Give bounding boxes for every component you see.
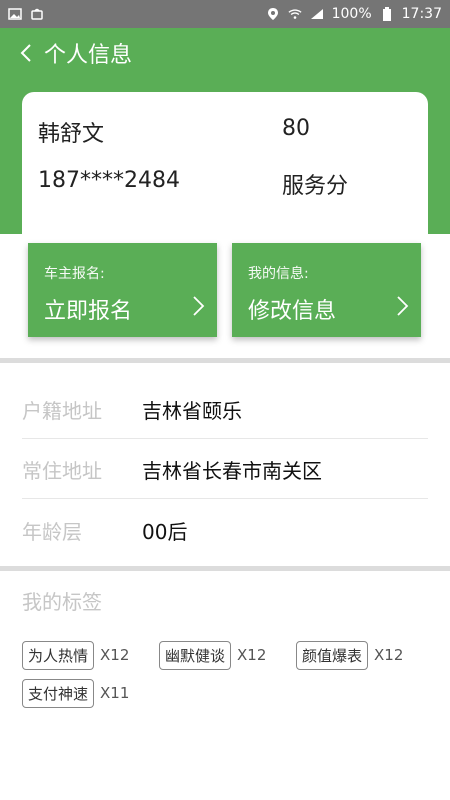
service-score: 80 [282,116,310,141]
info-value: 吉林省长春市南关区 [142,459,322,483]
tag-label: 幽默健谈 [159,640,232,670]
tag-item: 为人热情 X12 [22,640,129,670]
info-label: 户籍地址 [22,399,102,423]
nav-bar: 个人信息 [16,36,132,70]
tag-item: 颜值爆表 X12 [296,640,403,670]
register-title: 立即报名 [44,299,133,324]
info-label: 年龄层 [22,519,82,544]
edit-info-button[interactable]: 我的信息: 修改信息 [232,243,421,337]
profile-card: 韩舒文 80 187****2484 服务分 [22,92,428,234]
image-icon [8,8,22,20]
tags-title: 我的标签 [22,590,102,614]
register-subtitle: 车主报名: [44,266,105,282]
info-row-age: 年龄层 00后 [22,501,428,559]
info-label: 常住地址 [22,459,102,483]
chevron-left-icon[interactable] [16,43,36,63]
status-bar: 100% 17:37 [0,0,450,28]
section-divider [0,358,450,363]
tag-label: 颜值爆表 [296,640,369,670]
tag-label: 支付神速 [22,678,95,708]
status-left [8,8,44,20]
wifi-icon [288,8,302,20]
register-button[interactable]: 车主报名: 立即报名 [28,243,217,337]
battery-level: 100% [331,6,372,22]
user-phone: 187****2484 [38,168,180,193]
tag-count: X12 [374,646,404,664]
chevron-right-icon [395,295,409,317]
tag-item: 支付神速 X11 [22,678,129,708]
tag-count: X12 [237,646,267,664]
tag-count: X11 [100,684,130,702]
location-icon [266,8,280,20]
signal-icon [310,8,324,20]
status-right: 100% 17:37 [266,6,442,22]
chevron-right-icon [191,295,205,317]
page-title: 个人信息 [44,43,133,68]
battery-icon [380,7,394,21]
edit-info-subtitle: 我的信息: [248,266,309,282]
edit-info-title: 修改信息 [248,299,337,324]
info-value: 吉林省颐乐 [142,399,242,423]
tag-label: 为人热情 [22,640,95,670]
bag-icon [30,8,44,20]
clock: 17:37 [401,6,442,22]
tag-count: X12 [100,646,130,664]
section-divider [0,566,450,571]
info-row-residence: 常住地址 吉林省长春市南关区 [22,441,428,499]
info-value: 00后 [142,519,188,544]
tag-item: 幽默健谈 X12 [159,640,266,670]
user-name: 韩舒文 [38,122,105,147]
service-score-label: 服务分 [282,174,349,199]
info-row-hukou: 户籍地址 吉林省颐乐 [22,381,428,439]
